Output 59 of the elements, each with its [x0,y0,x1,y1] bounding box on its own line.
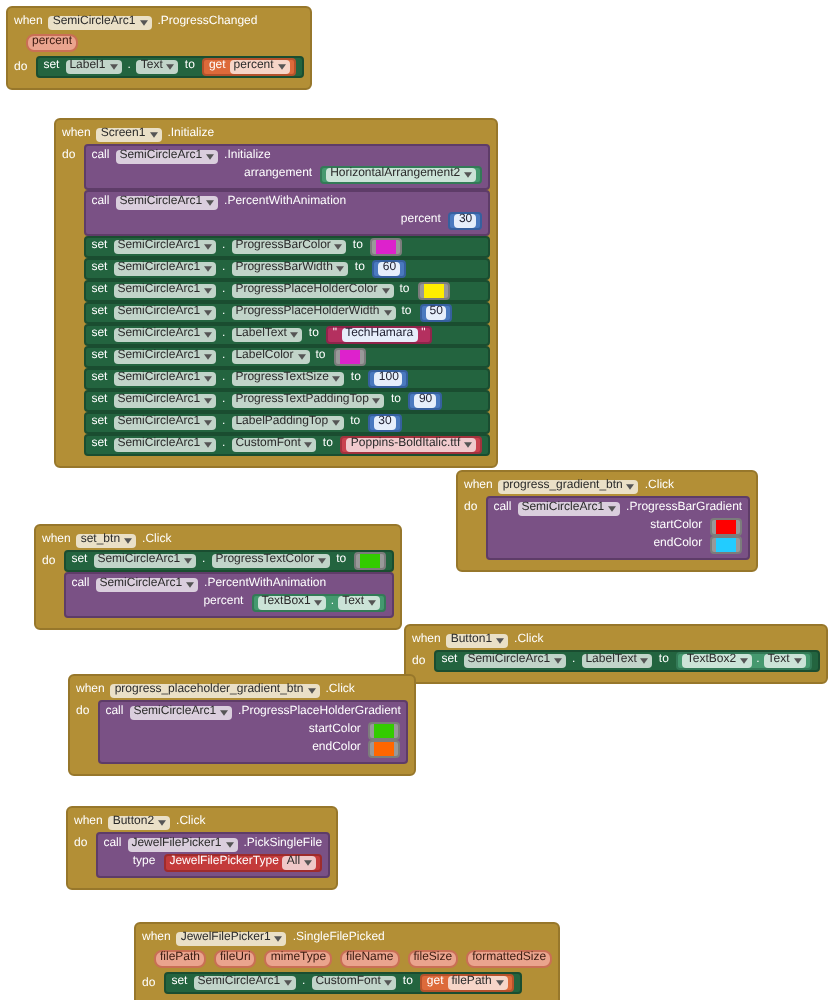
caret-icon [495,980,504,986]
caret-icon [166,64,175,70]
caret-icon [204,398,213,404]
caret-icon [204,332,213,338]
caret-icon [464,172,473,178]
color-swatch[interactable] [376,240,397,254]
color-swatch[interactable] [423,284,444,298]
color-swatch[interactable] [360,554,381,568]
caret-icon [204,376,213,382]
caret-icon [139,19,148,25]
caret-icon [290,332,299,338]
color-swatch[interactable] [716,538,737,552]
caret-icon [640,658,649,664]
caret-icon [332,420,341,426]
caret-icon [274,935,283,941]
caret-icon [314,600,323,606]
caret-icon [740,658,749,664]
caret-icon [284,980,293,986]
color-swatch[interactable] [374,742,395,756]
caret-icon [372,398,381,404]
caret-icon [332,376,341,382]
color-swatch[interactable] [716,520,737,534]
caret-icon [608,506,617,512]
caret-icon [158,819,167,825]
caret-icon [149,131,158,137]
caret-icon [220,710,229,716]
caret-icon [186,582,195,588]
caret-icon [793,658,802,664]
caret-icon [368,600,377,606]
caret-icon [464,442,473,448]
caret-icon [304,860,313,866]
caret-icon [626,483,635,489]
caret-icon [318,558,327,564]
caret-icon [304,442,313,448]
caret-icon [225,842,234,848]
caret-icon [204,310,213,316]
color-swatch[interactable] [339,350,360,364]
caret-icon [381,288,390,294]
caret-icon [204,288,213,294]
color-swatch[interactable] [374,724,395,738]
caret-icon [206,154,215,160]
caret-icon [334,244,343,250]
caret-icon [109,64,118,70]
caret-icon [496,637,505,643]
caret-icon [204,266,213,272]
caret-icon [204,244,213,250]
caret-icon [297,354,306,360]
caret-icon [204,442,213,448]
caret-icon [554,658,563,664]
caret-icon [206,200,215,206]
caret-icon [384,980,393,986]
caret-icon [336,266,345,272]
caret-icon [124,537,133,543]
caret-icon [204,354,213,360]
caret-icon [184,558,193,564]
caret-icon [204,420,213,426]
caret-icon [307,687,316,693]
caret-icon [383,310,392,316]
caret-icon [277,64,286,70]
